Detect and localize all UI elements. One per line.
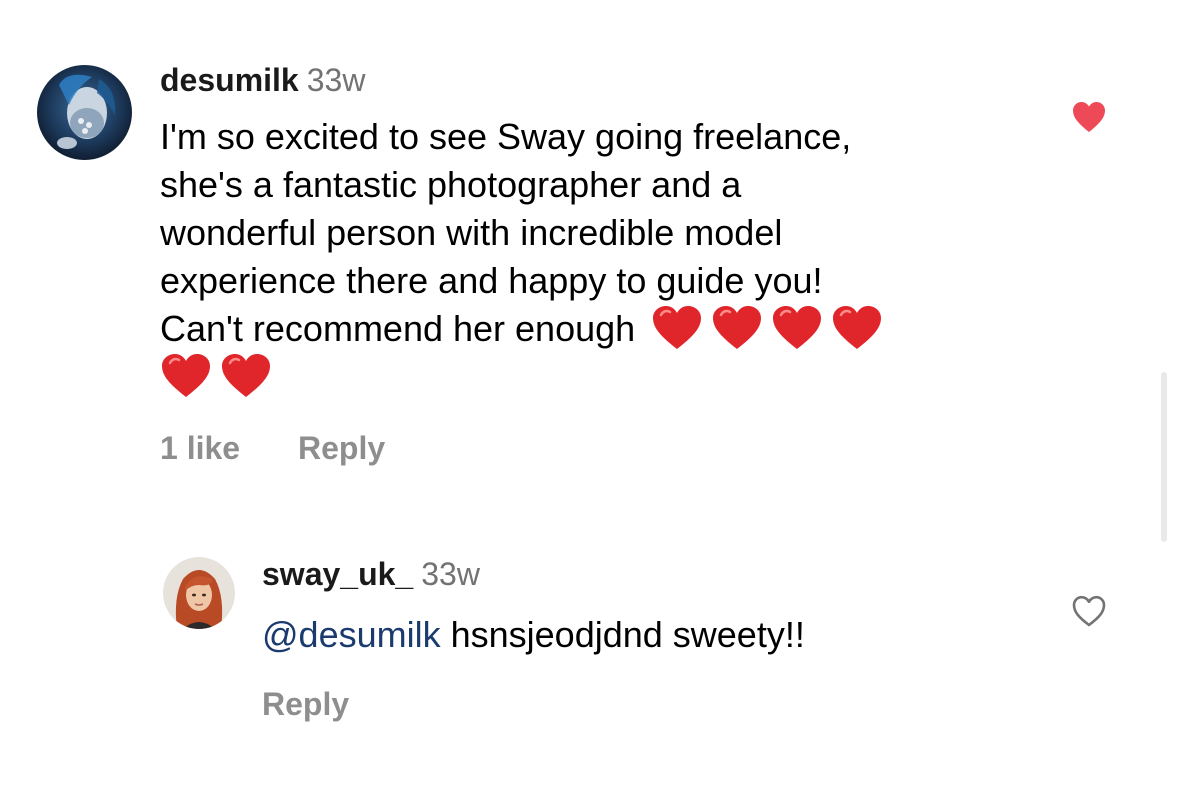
comment-line: she's a fantastic photographer and a: [160, 164, 742, 205]
comment-line-with-emoji: Can't recommend her enough: [160, 305, 1040, 353]
comment-line: experience there and happy to guide you!: [160, 260, 823, 301]
reply-body: hsnsjeodjdnd sweety!!: [450, 614, 805, 655]
reply-text: @desumilk hsnsjeodjdnd sweety!!: [262, 611, 805, 659]
avatar-sway-uk[interactable]: [163, 557, 235, 629]
scrollbar[interactable]: [1161, 372, 1167, 542]
red-heart-emoji: [771, 305, 823, 351]
likes-count[interactable]: 1 like: [160, 428, 240, 468]
red-heart-emoji: [220, 353, 272, 399]
timestamp: 33w: [421, 556, 480, 592]
username[interactable]: desumilk: [160, 62, 299, 98]
comment-line: Can't recommend her enough: [160, 308, 636, 349]
red-heart-emoji: [160, 353, 212, 399]
red-heart-emoji: [711, 305, 763, 351]
timestamp: 33w: [306, 62, 366, 98]
avatar-desumilk[interactable]: [37, 65, 132, 160]
red-heart-emoji: [831, 305, 883, 351]
reply-button[interactable]: Reply: [298, 428, 385, 468]
emoji-line: [160, 353, 1040, 401]
comment-text: I'm so excited to see Sway going freelan…: [160, 113, 1040, 401]
comment-header: desumilk 33w: [160, 60, 365, 100]
comment-line: wonderful person with incredible model: [160, 212, 783, 253]
reply-button[interactable]: Reply: [262, 684, 349, 724]
heart-outline-icon[interactable]: [1071, 594, 1107, 628]
comment-line: I'm so excited to see Sway going freelan…: [160, 116, 852, 157]
username[interactable]: sway_uk_: [262, 556, 413, 592]
red-heart-emoji: [651, 305, 703, 351]
comment-header: sway_uk_ 33w: [262, 554, 480, 594]
heart-filled-icon[interactable]: [1071, 100, 1107, 134]
mention-link[interactable]: @desumilk: [262, 614, 441, 655]
